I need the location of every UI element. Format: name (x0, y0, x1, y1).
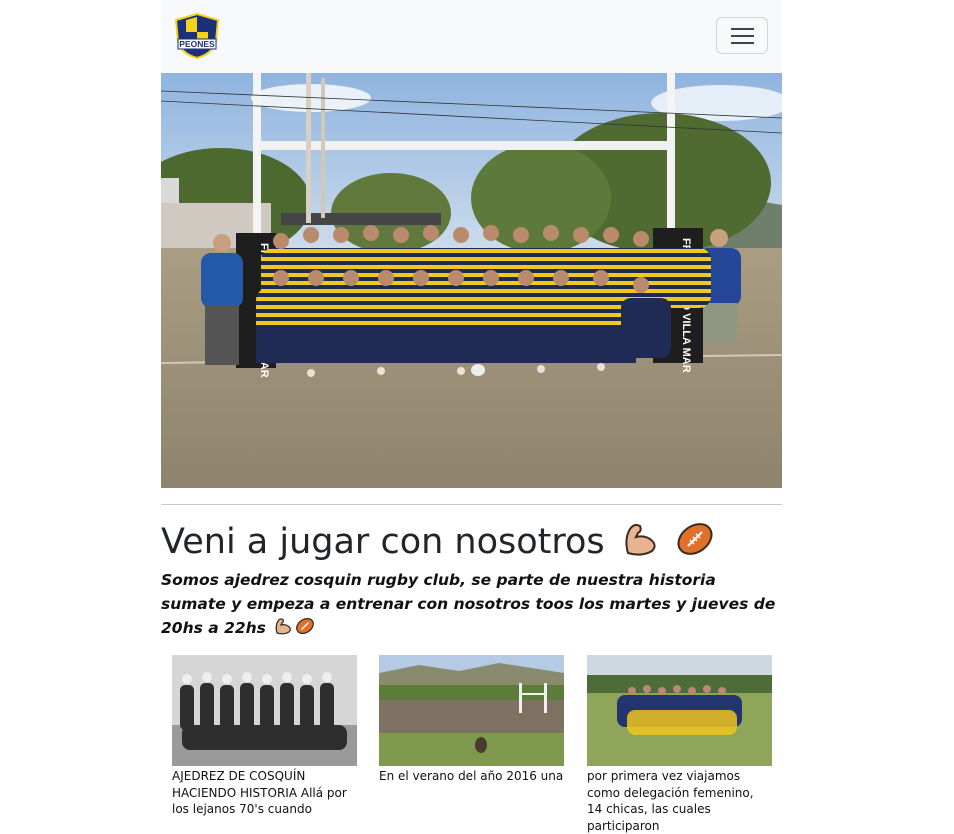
navbar: PEONES (161, 0, 782, 73)
hero-team-photo: FRIGORIFICO VILLA MAR FRIGORIFICO VILLA … (161, 73, 782, 488)
hamburger-icon (731, 28, 754, 30)
page-title-text: Veni a jugar con nosotros (161, 522, 605, 562)
club-logo[interactable]: PEONES (172, 12, 222, 60)
women-team-card-photo (587, 655, 772, 766)
rugby-football-icon (677, 523, 713, 555)
menu-toggle-button[interactable] (716, 17, 768, 54)
logo-text: PEONES (179, 39, 215, 49)
rugby-football-icon (296, 617, 315, 635)
women-team-card[interactable]: por primera vez viajamos como delegación… (587, 655, 772, 834)
intro-text: Somos ajedrez cosquin rugby club, se par… (161, 569, 782, 641)
history-card[interactable]: AJEDREZ DE COSQUÍN HACIENDO HISTORIA All… (172, 655, 357, 818)
history-card-photo (172, 655, 357, 766)
history-card-caption: AJEDREZ DE COSQUÍN HACIENDO HISTORIA All… (172, 769, 347, 816)
river-card[interactable]: En el verano del año 2016 una (379, 655, 564, 785)
flexed-biceps-icon (275, 618, 292, 635)
page-title: Veni a jugar con nosotros (161, 518, 715, 566)
river-card-caption: En el verano del año 2016 una (379, 769, 564, 783)
women-team-card-caption: por primera vez viajamos como delegación… (587, 769, 754, 833)
intro-text-body: Somos ajedrez cosquin rugby club, se par… (161, 571, 776, 637)
divider (161, 504, 782, 505)
river-card-photo (379, 655, 564, 766)
flexed-biceps-icon (625, 524, 656, 556)
